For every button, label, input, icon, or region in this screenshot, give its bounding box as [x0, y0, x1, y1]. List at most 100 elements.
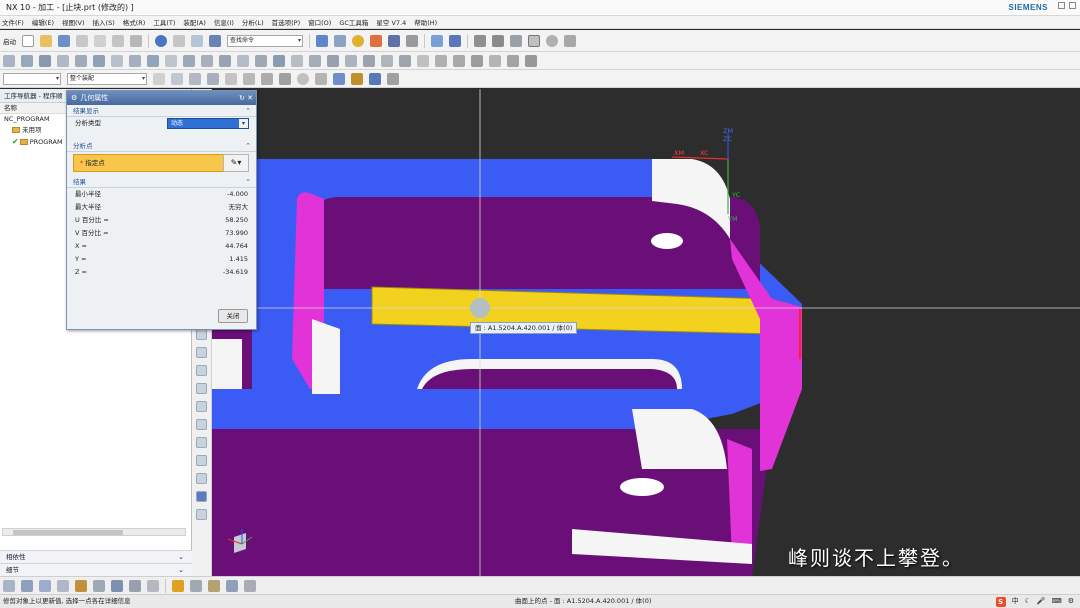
process-studio-icon[interactable]: [196, 473, 207, 484]
assembly-navigator-icon[interactable]: [196, 329, 207, 340]
intersect-icon[interactable]: [219, 54, 231, 67]
language-indicator[interactable]: 中: [1012, 595, 1019, 608]
verify-icon[interactable]: [111, 579, 123, 592]
point-dialog-button[interactable]: ✎▾: [223, 154, 249, 172]
paste-icon[interactable]: [112, 34, 124, 47]
lower-right-fillet-face[interactable]: [632, 409, 727, 469]
point-on-curve-icon[interactable]: [351, 72, 363, 85]
web-browser-icon[interactable]: [196, 419, 207, 430]
analysis-point-section[interactable]: 分析点 ⌃: [67, 140, 256, 152]
shaded-icon[interactable]: [352, 34, 364, 47]
part-model[interactable]: XM XC ZM ZC YC YM: [212, 89, 1080, 576]
menu-window[interactable]: 窗口(O): [308, 17, 331, 27]
menu-help[interactable]: 帮助(H): [414, 17, 437, 27]
tool-icon[interactable]: [75, 579, 87, 592]
rib-icon[interactable]: [165, 54, 177, 67]
dialog-title-bar[interactable]: ⚙ 几何属性 ↻ ✕: [67, 91, 256, 105]
boss-icon[interactable]: [75, 54, 87, 67]
right-end-face[interactable]: [772, 299, 802, 469]
left-white-face[interactable]: [312, 319, 340, 394]
navigator-horizontal-scrollbar[interactable]: [2, 528, 186, 536]
repeat-command-icon[interactable]: [191, 34, 203, 47]
sketch-icon[interactable]: [3, 54, 15, 67]
new-file-icon[interactable]: [22, 34, 34, 47]
start-menu-button[interactable]: 启动: [3, 36, 16, 46]
mirror-icon[interactable]: [363, 54, 375, 67]
close-button[interactable]: 关闭: [218, 309, 248, 323]
redo-icon[interactable]: [173, 34, 185, 47]
dependencies-panel[interactable]: 相依性 ⌄: [0, 550, 192, 563]
pad-icon[interactable]: [111, 54, 123, 67]
text-icon[interactable]: [564, 34, 576, 47]
command-finder-input[interactable]: 查找命令: [227, 34, 303, 47]
list-icon[interactable]: [208, 579, 220, 592]
deselect-icon[interactable]: [171, 72, 183, 85]
undo-icon[interactable]: [155, 34, 167, 47]
view-menu-icon[interactable]: [3, 579, 15, 592]
results-section[interactable]: 结果 ⌃: [67, 176, 256, 188]
menu-xingkong[interactable]: 星空 V7.4: [376, 17, 406, 27]
copy-icon[interactable]: [94, 34, 106, 47]
settings-icon[interactable]: ⚙: [1068, 595, 1074, 608]
arc-center-icon[interactable]: [297, 72, 309, 85]
reuse-library-icon[interactable]: [196, 383, 207, 394]
hole-icon[interactable]: [57, 54, 69, 67]
bounded-grid-icon[interactable]: [387, 72, 399, 85]
revolve-icon[interactable]: [39, 54, 51, 67]
hd3d-tools-icon[interactable]: [196, 401, 207, 412]
operation-navigator-icon[interactable]: [196, 491, 207, 502]
line-icon[interactable]: [474, 34, 486, 47]
chamfer-icon[interactable]: [255, 54, 267, 67]
existing-point-icon[interactable]: [333, 72, 345, 85]
menu-preferences[interactable]: 首选项(P): [272, 17, 301, 27]
point-on-face-icon[interactable]: [369, 72, 381, 85]
type-filter-select[interactable]: [3, 72, 61, 85]
quadrant-icon[interactable]: [315, 72, 327, 85]
cut-icon[interactable]: [76, 34, 88, 47]
filter-icon[interactable]: [189, 72, 201, 85]
details-panel[interactable]: 细节 ⌄: [0, 563, 192, 576]
pocket-floor-face[interactable]: [312, 197, 760, 289]
orient-view-icon[interactable]: [449, 34, 461, 47]
line2-icon[interactable]: [492, 34, 504, 47]
select-all-icon[interactable]: [153, 72, 165, 85]
post-icon[interactable]: [129, 579, 141, 592]
menu-insert[interactable]: 插入(S): [93, 17, 115, 27]
machine-icon[interactable]: [93, 579, 105, 592]
extrude-icon[interactable]: [21, 54, 33, 67]
datum-plane-icon[interactable]: [453, 54, 465, 67]
move-face-icon[interactable]: [399, 54, 411, 67]
menu-gc-toolkit[interactable]: GC工具箱: [339, 17, 368, 27]
menu-tools[interactable]: 工具(T): [153, 17, 175, 27]
trim-body-icon[interactable]: [327, 54, 339, 67]
shell-icon[interactable]: [273, 54, 285, 67]
intersection-icon[interactable]: [279, 72, 291, 85]
menu-analysis[interactable]: 分析(L): [242, 17, 264, 27]
edge-blend-icon[interactable]: [237, 54, 249, 67]
replay-icon[interactable]: [190, 579, 202, 592]
shop-doc-icon[interactable]: [147, 579, 159, 592]
datum-axis-icon[interactable]: [471, 54, 483, 67]
menu-info[interactable]: 信息(I): [214, 17, 234, 27]
reset-icon[interactable]: ↻: [239, 94, 245, 102]
groove-icon[interactable]: [129, 54, 141, 67]
minimize-icon[interactable]: [1058, 2, 1065, 9]
arc-icon[interactable]: [510, 34, 522, 47]
tool-path-icon[interactable]: [226, 579, 238, 592]
subtract-icon[interactable]: [201, 54, 213, 67]
keyboard-icon[interactable]: ⌨: [1052, 595, 1062, 608]
graphics-viewport[interactable]: XM XC ZM ZC YC YM 面 : A1.5204.A.420.001 …: [212, 89, 1080, 576]
moon-icon[interactable]: ☾: [1025, 595, 1031, 608]
more-tools-icon[interactable]: [525, 54, 537, 67]
unite-icon[interactable]: [183, 54, 195, 67]
rectangle-icon[interactable]: [528, 34, 540, 47]
close-icon[interactable]: ✕: [247, 94, 253, 102]
selection-scope-select[interactable]: 整个装配: [67, 72, 147, 85]
save-icon[interactable]: [58, 34, 70, 47]
menu-assembly[interactable]: 装配(A): [183, 17, 206, 27]
analysis-type-select[interactable]: 动态: [167, 118, 249, 129]
constraint-navigator-icon[interactable]: [196, 347, 207, 358]
ime-icon[interactable]: S: [995, 596, 1006, 607]
point-icon[interactable]: [489, 54, 501, 67]
result-display-section[interactable]: 结果显示 ⌃: [67, 105, 256, 117]
